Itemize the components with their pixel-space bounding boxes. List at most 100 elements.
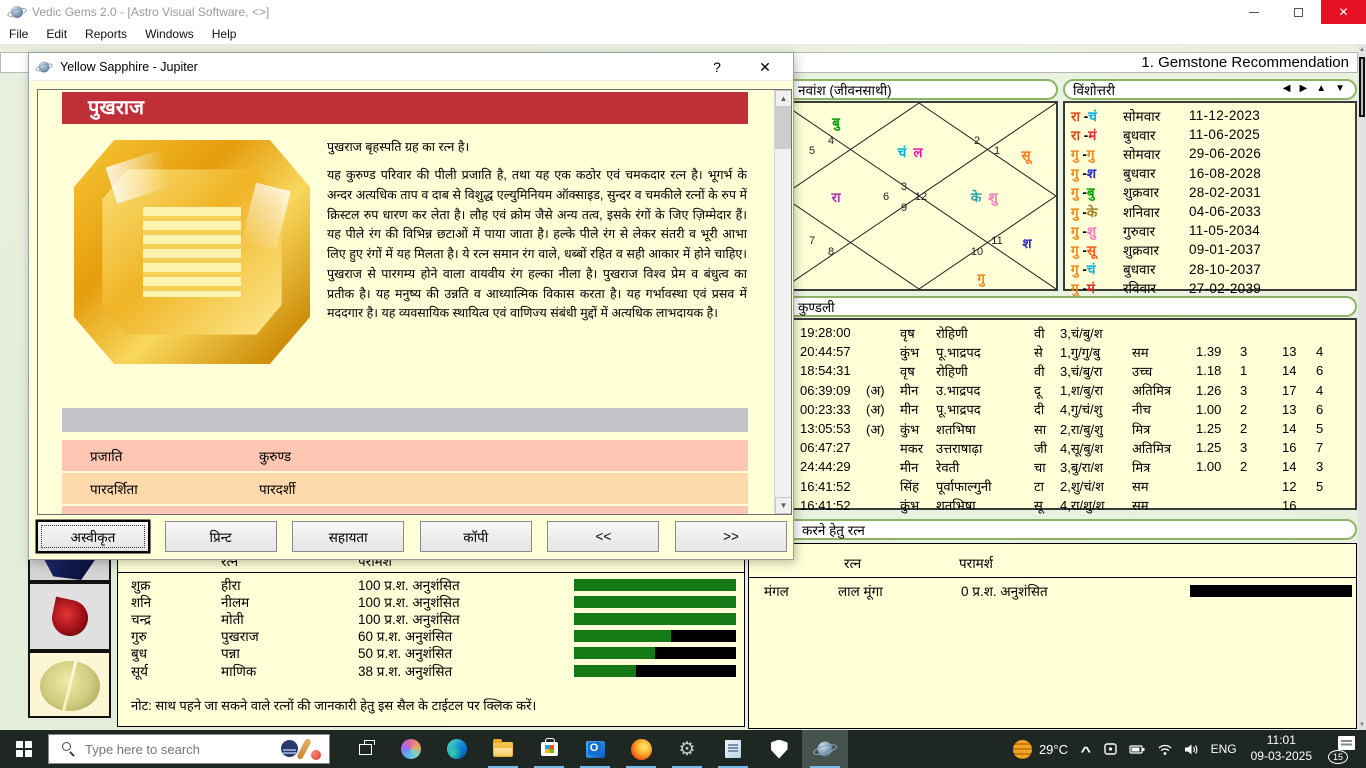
- gem-advice-row[interactable]: बुध पन्ना 50 प्र.श. अनुशंसित: [131, 645, 741, 662]
- search-input[interactable]: [85, 742, 275, 757]
- print-button[interactable]: प्रिन्ट: [165, 521, 277, 552]
- kundali-row[interactable]: 16:41:52 सिंह पूर्वाफाल्गुनी टा 2,शु/चं/…: [782, 477, 1355, 496]
- menu-windows[interactable]: Windows: [136, 27, 203, 41]
- dasha-row[interactable]: गु -चं बुधवार 28-10-2037: [1065, 260, 1355, 279]
- gems-avoid-panel-title[interactable]: करने हेतु रत्न: [748, 519, 1357, 540]
- wifi-icon[interactable]: [1157, 743, 1173, 756]
- taskbar-outlook[interactable]: [572, 730, 618, 768]
- dialog-close-button[interactable]: ✕: [745, 53, 785, 81]
- taskbar-vedic-gems[interactable]: [802, 730, 848, 768]
- vimshottari-panel-title[interactable]: विंशोत्तरी ◀ ▶ ▲ ▼: [1063, 79, 1357, 100]
- firefox-icon: [631, 739, 652, 760]
- recommendation-bar: [574, 596, 736, 608]
- reject-button[interactable]: अस्वीकृत: [37, 521, 149, 552]
- taskbar-defender[interactable]: [756, 730, 802, 768]
- dasha-weekday: बुधवार: [1123, 164, 1189, 182]
- up-arrow-icon[interactable]: ▲: [1316, 83, 1326, 94]
- kundali-row[interactable]: 13:05:53 (अ) कुंभ शतभिषा सा 2,रा/बु/शु म…: [782, 419, 1355, 438]
- taskbar-edge[interactable]: [434, 730, 480, 768]
- copy-button[interactable]: कॉपी: [420, 521, 532, 552]
- taskbar-settings[interactable]: ⚙: [664, 730, 710, 768]
- taskbar-notepad[interactable]: [710, 730, 756, 768]
- dasha-date: 09-01-2037: [1189, 242, 1261, 257]
- kundali-row[interactable]: 00:23:33 (अ) मीन पू.भाद्रपद दी 4,गु/चं/श…: [782, 400, 1355, 419]
- minimize-button[interactable]: [1231, 0, 1276, 24]
- prev-arrow-icon[interactable]: ◀: [1283, 83, 1291, 94]
- next-button[interactable]: >>: [675, 521, 787, 552]
- teams-icon[interactable]: [1103, 742, 1118, 756]
- taskbar-clock[interactable]: 11:01 09-03-2025: [1251, 733, 1312, 764]
- task-view-button[interactable]: [342, 730, 388, 768]
- menu-file[interactable]: File: [0, 27, 37, 41]
- start-button[interactable]: [0, 730, 48, 768]
- planet-mark: सू: [1021, 146, 1030, 164]
- gem-advice-row[interactable]: चन्द्र मोती 100 प्र.श. अनुशंसित: [131, 610, 741, 627]
- navamsa-panel-title[interactable]: नवांश (जीवनसाथी): [780, 79, 1058, 100]
- gem-advice-row[interactable]: शुक्र हीरा 100 प्र.श. अनुशंसित: [131, 576, 741, 593]
- down-arrow-icon[interactable]: ▼: [1335, 83, 1345, 94]
- cell-n2: 13: [1282, 402, 1316, 417]
- kundali-row[interactable]: 24:44:29 मीन रेवती चा 3,बु/रा/श मित्र 1.…: [782, 457, 1355, 476]
- dasha-row[interactable]: गु -गु सोमवार 29-06-2026: [1065, 144, 1355, 163]
- kundali-row[interactable]: 19:28:00 वृष रोहिणी वी 3,चं/बु/श: [782, 323, 1355, 342]
- scroll-down-icon[interactable]: ▼: [1358, 722, 1366, 728]
- dasha-row[interactable]: गु -मं रविवार 27-02-2039: [1065, 279, 1355, 298]
- gem-advice-row[interactable]: मंगल लाल मूंगा 0 प्र.श. अनुशंसित: [764, 582, 1354, 599]
- red-gem-icon: [48, 597, 91, 640]
- scroll-up-icon[interactable]: ▲: [775, 90, 792, 107]
- scroll-thumb[interactable]: [775, 107, 792, 149]
- gem-thumbnail-cats-eye[interactable]: [28, 651, 111, 718]
- notification-center-button[interactable]: 15: [1328, 734, 1358, 764]
- gem-advice-row[interactable]: सूर्य माणिक 38 प्र.श. अनुशंसित: [131, 662, 741, 679]
- dasha-row[interactable]: गु -बु शुक्रवार 28-02-2031: [1065, 183, 1355, 202]
- close-button[interactable]: ✕: [1321, 0, 1366, 24]
- menu-help[interactable]: Help: [203, 27, 246, 41]
- main-scrollbar[interactable]: ▲ ▼: [1358, 45, 1366, 730]
- outlook-icon: [586, 741, 605, 758]
- cell-ratio: 1.18: [1196, 363, 1240, 378]
- dasha-row[interactable]: रा -मं बुधवार 11-06-2025: [1065, 125, 1355, 144]
- tray-expand-chevron-icon[interactable]: ^: [1080, 744, 1091, 759]
- dialog-scrollbar[interactable]: ▲ ▼: [774, 90, 791, 514]
- next-arrow-icon[interactable]: ▶: [1299, 83, 1307, 94]
- gem-advice-row[interactable]: गुरु पुखराज 60 प्र.श. अनुशंसित: [131, 628, 741, 645]
- cell-n1: 3: [1240, 383, 1282, 398]
- settings-gear-icon: ⚙: [678, 738, 695, 761]
- kundali-row[interactable]: 18:54:31 वृष रोहिणी वी 3,चं/बु/रा उच्च 1…: [782, 361, 1355, 380]
- taskbar-copilot[interactable]: [388, 730, 434, 768]
- maximize-button[interactable]: [1276, 0, 1321, 24]
- taskbar-file-explorer[interactable]: [480, 730, 526, 768]
- menu-reports[interactable]: Reports: [76, 27, 136, 41]
- taskbar-firefox[interactable]: [618, 730, 664, 768]
- dasha-row[interactable]: गु -सू शुक्रवार 09-01-2037: [1065, 240, 1355, 259]
- gem-advice-row[interactable]: शनि नीलम 100 प्र.श. अनुशंसित: [131, 593, 741, 610]
- speaker-icon[interactable]: [1184, 743, 1200, 756]
- gem-thumbnail-red-gem[interactable]: [28, 582, 111, 651]
- scroll-thumb[interactable]: [1359, 57, 1365, 117]
- cricket-search-highlight-icon[interactable]: [281, 736, 325, 764]
- kundali-row[interactable]: 20:44:57 कुंभ पू.भाद्रपद से 1,गु/गु/बु स…: [782, 342, 1355, 361]
- dasha-row[interactable]: रा -चं सोमवार 11-12-2023: [1065, 106, 1355, 125]
- kundali-row[interactable]: 06:47:27 मकर उत्तराषाढ़ा जी 4,सू/बु/श अत…: [782, 438, 1355, 457]
- battery-icon[interactable]: [1129, 743, 1146, 756]
- scroll-down-icon[interactable]: ▼: [775, 497, 792, 514]
- kundali-row[interactable]: 16:41:52 कुंभ शतभिषा सू 4,रा/शु/श सम 16: [782, 496, 1355, 515]
- scroll-up-icon[interactable]: ▲: [1358, 47, 1366, 53]
- dialog-help-button[interactable]: ?: [697, 53, 737, 81]
- menu-edit[interactable]: Edit: [37, 27, 76, 41]
- help-button[interactable]: सहायता: [292, 521, 404, 552]
- taskbar-store[interactable]: [526, 730, 572, 768]
- taskbar-search[interactable]: [48, 734, 330, 764]
- dasha-row[interactable]: गु -शु गुरुवार 11-05-2034: [1065, 221, 1355, 240]
- kundali-panel-title[interactable]: कुण्डली: [780, 296, 1357, 317]
- language-indicator[interactable]: ENG: [1211, 742, 1237, 756]
- dasha-row[interactable]: गु -श बुधवार 16-08-2028: [1065, 164, 1355, 183]
- planet-mark: चं: [898, 143, 907, 161]
- cell-dignity: मित्र: [1132, 420, 1196, 438]
- kundali-row[interactable]: 06:39:09 (अ) मीन उ.भाद्रपद दू 1,श/बु/रा …: [782, 381, 1355, 400]
- vimshottari-table: रा -चं सोमवार 11-12-2023 रा -मं बुधवार 1…: [1063, 101, 1357, 291]
- prev-button[interactable]: <<: [547, 521, 659, 552]
- weather-widget[interactable]: 29°C: [1013, 740, 1068, 759]
- cell-n2: 16: [1282, 440, 1316, 455]
- dasha-row[interactable]: गु -के शनिवार 04-06-2033: [1065, 202, 1355, 221]
